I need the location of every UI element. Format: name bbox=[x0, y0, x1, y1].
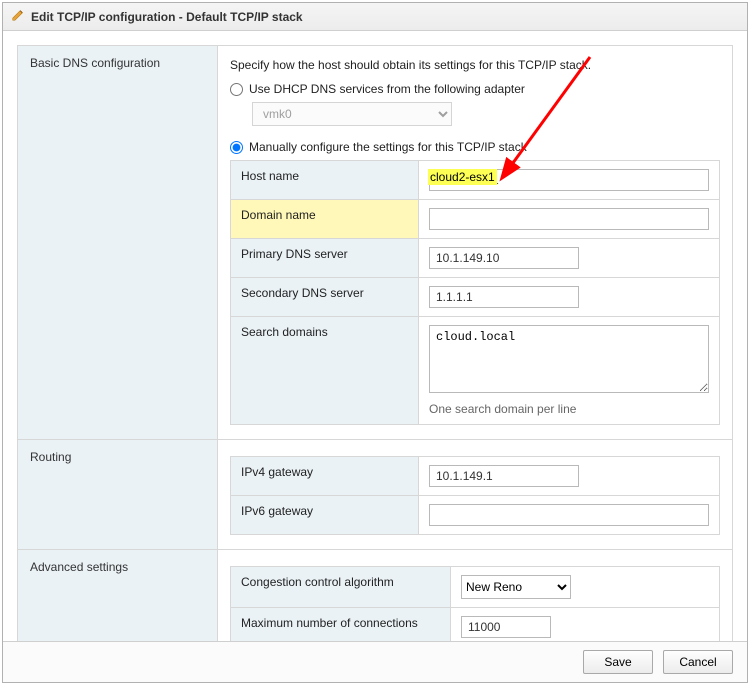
max-conn-input[interactable] bbox=[461, 616, 551, 638]
save-button[interactable]: Save bbox=[583, 650, 653, 674]
row-ipv4-gateway: IPv4 gateway bbox=[231, 457, 720, 496]
section-dns: Basic DNS configuration Specify how the … bbox=[18, 46, 732, 440]
advanced-form-table: Congestion control algorithm New Reno Ma… bbox=[230, 566, 720, 641]
secondary-dns-label: Secondary DNS server bbox=[231, 278, 419, 317]
section-routing: Routing IPv4 gateway IPv6 gateway bbox=[18, 440, 732, 550]
row-congestion: Congestion control algorithm New Reno bbox=[231, 567, 720, 608]
primary-dns-label: Primary DNS server bbox=[231, 239, 419, 278]
secondary-dns-input[interactable] bbox=[429, 286, 579, 308]
congestion-label: Congestion control algorithm bbox=[231, 567, 451, 608]
routing-form-table: IPv4 gateway IPv6 gateway bbox=[230, 456, 720, 535]
row-ipv6-gateway: IPv6 gateway bbox=[231, 496, 720, 535]
ipv4-gateway-label: IPv4 gateway bbox=[231, 457, 419, 496]
dns-form-table: Host name cloud2-esx1 Domain name bbox=[230, 160, 720, 425]
row-domain-name: Domain name bbox=[231, 200, 720, 239]
section-advanced: Advanced settings Congestion control alg… bbox=[18, 550, 732, 641]
section-dns-title: Basic DNS configuration bbox=[18, 46, 218, 439]
radio-manual-label: Manually configure the settings for this… bbox=[249, 140, 527, 154]
row-max-conn: Maximum number of connections bbox=[231, 608, 720, 642]
ipv6-gateway-input[interactable] bbox=[429, 504, 709, 526]
section-advanced-title: Advanced settings bbox=[18, 550, 218, 641]
radio-manual-row[interactable]: Manually configure the settings for this… bbox=[230, 140, 720, 154]
row-search-domains: Search domains One search domain per lin… bbox=[231, 317, 720, 425]
dialog-titlebar: Edit TCP/IP configuration - Default TCP/… bbox=[3, 3, 747, 31]
ipv4-gateway-input[interactable] bbox=[429, 465, 579, 487]
settings-panel: Basic DNS configuration Specify how the … bbox=[17, 45, 733, 641]
dialog-footer: Save Cancel bbox=[3, 641, 747, 682]
section-routing-title: Routing bbox=[18, 440, 218, 549]
dialog-edit-tcpip: Edit TCP/IP configuration - Default TCP/… bbox=[2, 2, 748, 683]
adapter-select[interactable]: vmk0 bbox=[252, 102, 452, 126]
radio-dhcp[interactable] bbox=[230, 83, 243, 96]
max-conn-label: Maximum number of connections bbox=[231, 608, 451, 642]
search-domains-input[interactable] bbox=[429, 325, 709, 393]
pencil-icon bbox=[11, 8, 25, 25]
radio-dhcp-label: Use DHCP DNS services from the following… bbox=[249, 82, 525, 96]
search-domains-label: Search domains bbox=[231, 317, 419, 425]
ipv6-gateway-label: IPv6 gateway bbox=[231, 496, 419, 535]
dialog-title: Edit TCP/IP configuration - Default TCP/… bbox=[31, 10, 303, 24]
section-advanced-content: Congestion control algorithm New Reno Ma… bbox=[218, 550, 732, 641]
section-dns-content: Specify how the host should obtain its s… bbox=[218, 46, 732, 439]
radio-manual[interactable] bbox=[230, 141, 243, 154]
radio-dhcp-row[interactable]: Use DHCP DNS services from the following… bbox=[230, 82, 720, 96]
domain-name-label: Domain name bbox=[231, 200, 419, 239]
row-primary-dns: Primary DNS server bbox=[231, 239, 720, 278]
cancel-button[interactable]: Cancel bbox=[663, 650, 733, 674]
section-routing-content: IPv4 gateway IPv6 gateway bbox=[218, 440, 732, 549]
primary-dns-input[interactable] bbox=[429, 247, 579, 269]
domain-name-input[interactable] bbox=[429, 208, 709, 230]
search-domains-hint: One search domain per line bbox=[429, 402, 709, 416]
host-name-highlight: cloud2-esx1 bbox=[428, 169, 497, 185]
dialog-body: Basic DNS configuration Specify how the … bbox=[3, 31, 747, 641]
dns-intro-text: Specify how the host should obtain its s… bbox=[230, 58, 720, 72]
row-host-name: Host name cloud2-esx1 bbox=[231, 161, 720, 200]
row-secondary-dns: Secondary DNS server bbox=[231, 278, 720, 317]
congestion-select[interactable]: New Reno bbox=[461, 575, 571, 599]
host-name-label: Host name bbox=[231, 161, 419, 200]
